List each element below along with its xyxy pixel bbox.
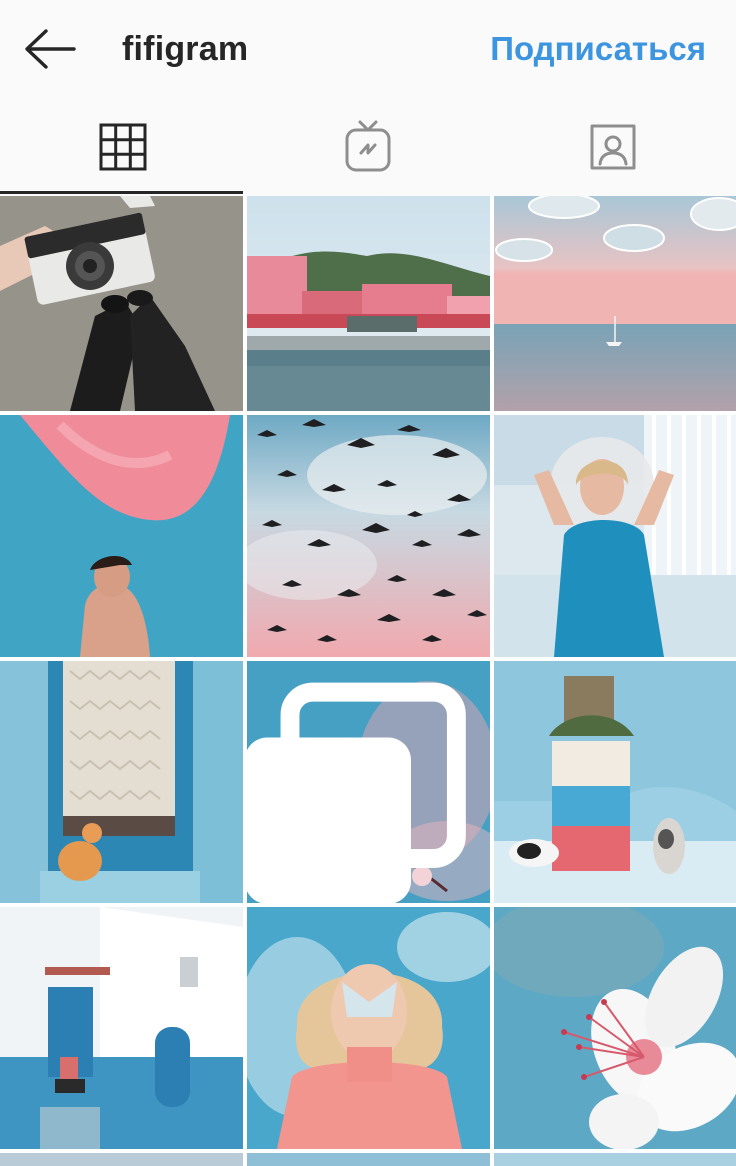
post-birds-pink-sky[interactable] — [247, 415, 490, 657]
active-tab-indicator — [0, 191, 243, 194]
post-pink-harbor[interactable] — [247, 196, 490, 411]
post-blue-white-house[interactable] — [0, 907, 243, 1149]
tagged-person-icon — [590, 124, 635, 170]
tab-tagged[interactable] — [490, 100, 735, 194]
post-blue-doorway-cat[interactable] — [0, 661, 243, 903]
post-cherry-blossom[interactable] — [247, 661, 490, 903]
carousel-icon — [247, 682, 466, 903]
post-cats-painted-barrel[interactable] — [494, 661, 736, 903]
top-bar: fifigram Подписаться — [0, 0, 736, 100]
post-partial-row[interactable] — [0, 1153, 243, 1166]
arrow-left-icon[interactable] — [22, 28, 78, 70]
profile-username: fifigram — [122, 30, 249, 68]
post-sea-clouds[interactable] — [494, 196, 736, 411]
posts-grid — [0, 196, 736, 1166]
post-camera-feet[interactable] — [0, 196, 243, 411]
profile-tabs — [0, 100, 736, 194]
grid-icon — [99, 123, 146, 171]
post-woman-blue-dress[interactable] — [494, 415, 736, 657]
post-woman-sweater[interactable] — [247, 907, 490, 1149]
igtv-icon — [345, 120, 390, 172]
post-white-flower[interactable] — [494, 907, 736, 1149]
post-partial-row[interactable] — [494, 1153, 736, 1166]
follow-button[interactable]: Подписаться — [490, 30, 706, 68]
tab-grid[interactable] — [0, 100, 245, 194]
post-man-pink-sky[interactable] — [0, 415, 243, 657]
tab-igtv[interactable] — [245, 100, 490, 194]
post-partial-row[interactable] — [247, 1153, 490, 1166]
